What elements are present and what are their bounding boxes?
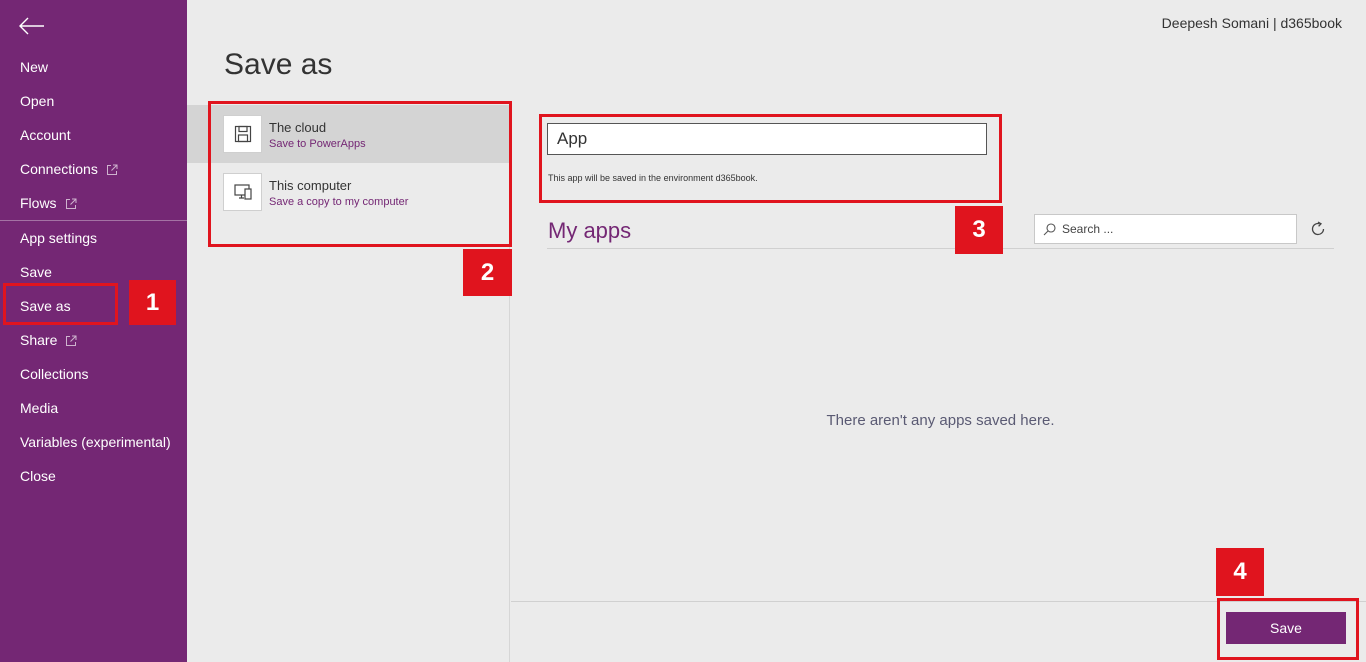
my-apps-title: My apps bbox=[548, 218, 632, 243]
sidebar-item-connections[interactable]: Connections bbox=[0, 152, 187, 186]
page-title: Save as bbox=[224, 48, 333, 81]
sidebar-item-close[interactable]: Close bbox=[0, 459, 187, 493]
sidebar-item-collections[interactable]: Collections bbox=[0, 357, 187, 391]
sidebar-item-label: Connections bbox=[20, 161, 98, 177]
external-link-icon bbox=[66, 335, 77, 347]
refresh-button[interactable] bbox=[1307, 218, 1329, 240]
back-button[interactable] bbox=[14, 12, 48, 40]
sidebar-item-label: Open bbox=[20, 93, 55, 109]
sidebar-item-label: App settings bbox=[20, 230, 98, 246]
external-link-icon bbox=[106, 164, 118, 176]
sidebar-item-label: Flows bbox=[20, 195, 57, 211]
sidebar-item-label: Save bbox=[20, 264, 52, 280]
sidebar-item-new[interactable]: New bbox=[0, 50, 187, 84]
search-icon bbox=[1043, 222, 1056, 235]
external-link-icon bbox=[65, 198, 77, 210]
my-apps-divider bbox=[547, 248, 1334, 249]
empty-apps-message: There aren't any apps saved here. bbox=[826, 412, 1055, 429]
sidebar-item-label: Variables (experimental) bbox=[20, 434, 171, 450]
sidebar-item-label: Close bbox=[20, 468, 56, 484]
sidebar-menu: New Open Account Connections Flows App s… bbox=[0, 50, 187, 493]
callout-box-4 bbox=[1217, 598, 1359, 660]
callout-badge-3: 3 bbox=[955, 206, 1003, 254]
refresh-icon bbox=[1311, 221, 1325, 236]
sidebar-item-app-settings[interactable]: App settings bbox=[0, 221, 187, 255]
sidebar-item-label: Collections bbox=[20, 366, 89, 382]
sidebar-item-account[interactable]: Account bbox=[0, 118, 187, 152]
sidebar-item-variables[interactable]: Variables (experimental) bbox=[0, 425, 187, 459]
sidebar-item-open[interactable]: Open bbox=[0, 84, 187, 118]
sidebar-item-flows[interactable]: Flows bbox=[0, 186, 187, 220]
callout-badge-2: 2 bbox=[463, 249, 512, 296]
back-arrow-icon bbox=[19, 17, 44, 35]
search-input[interactable] bbox=[1062, 222, 1282, 236]
callout-box-2 bbox=[208, 101, 512, 247]
sidebar-item-label: Media bbox=[20, 400, 59, 416]
sidebar-item-label: New bbox=[20, 59, 49, 75]
sidebar: New Open Account Connections Flows App s… bbox=[0, 0, 187, 662]
callout-box-1 bbox=[3, 283, 118, 325]
sidebar-item-label: Account bbox=[20, 127, 71, 143]
sidebar-item-label: Share bbox=[20, 332, 58, 348]
search-box[interactable] bbox=[1034, 214, 1297, 244]
sidebar-item-share[interactable]: Share bbox=[0, 323, 187, 357]
sidebar-item-media[interactable]: Media bbox=[0, 391, 187, 425]
callout-badge-4: 4 bbox=[1216, 548, 1264, 596]
callout-badge-1: 1 bbox=[129, 280, 176, 325]
callout-box-3 bbox=[539, 114, 1002, 203]
user-account-label[interactable]: Deepesh Somani | d365book bbox=[1162, 15, 1342, 31]
